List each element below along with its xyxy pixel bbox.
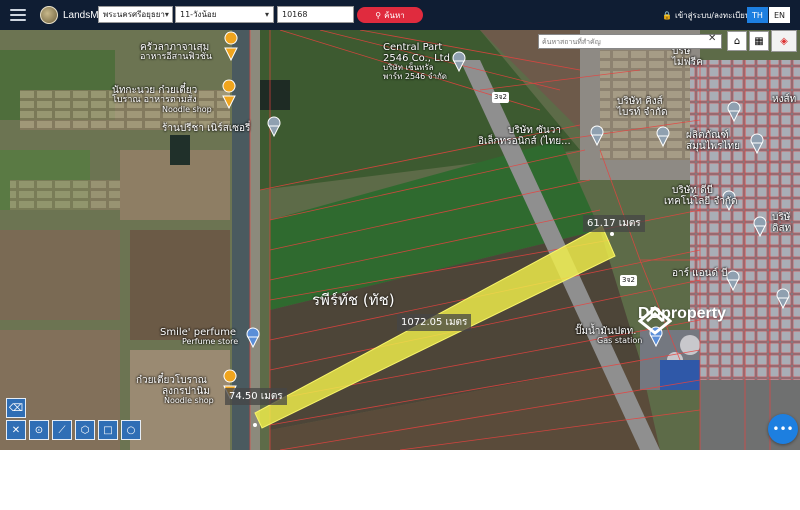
poi-subtitle: อิเล็กทรอนิกส์ (ไทย... <box>478 136 571 147</box>
poi-restaurant-1[interactable]: ครัวลาภาจาเสฺม อาหารอีสานฟิวชั่น <box>140 42 212 63</box>
poi-category: Noodle shop <box>162 104 212 114</box>
home-icon[interactable]: ⌂ <box>727 31 747 51</box>
landsmaps-logo[interactable] <box>40 6 58 24</box>
lang-en-button[interactable]: EN <box>769 7 790 23</box>
poi-db-technology[interactable]: บริษัท ดีบี เทคโนโลยี จำกัด <box>664 185 737 207</box>
poi-subtitle: Perfume store <box>182 337 239 346</box>
poi-subtitle: ไบรท์ จำกัด <box>617 107 668 118</box>
poi-title: ก๋วยเตี๋ยวโบราณ <box>136 375 207 386</box>
road-number-sign: 3จ2 <box>492 92 510 103</box>
parcel-name-label: รพีร์ทัช (ทัช) <box>312 291 395 309</box>
poi-nursery[interactable]: ร้านปรีชา เนิร์สเซอรี่ <box>162 123 250 134</box>
district-select[interactable]: 11-วังน้อย ▾ <box>175 6 274 23</box>
grid-layout-icon[interactable]: ▦ <box>749 31 769 51</box>
close-icon[interactable]: ✕ <box>708 33 716 44</box>
parcel-number-input[interactable]: 10168 <box>277 6 354 23</box>
layers-icon[interactable]: ◈ <box>771 30 797 52</box>
poi-title: บริษัท คิงส์ <box>617 96 663 107</box>
chevron-down-icon: ▾ <box>264 10 269 19</box>
poi-title: บริษัท ซันวา <box>508 125 561 136</box>
poi-title: ร้านปรีชา เนิร์สเซอรี่ <box>162 123 251 134</box>
poi-edge-label[interactable]: หงส์ท <box>772 94 796 105</box>
lang-th-button[interactable]: TH <box>747 7 768 23</box>
marker-pin-icon[interactable]: ⊙ <box>29 420 49 440</box>
circle-icon[interactable]: ○ <box>121 420 141 440</box>
poi-category-2: พาร์ท 2546 จำกัด <box>383 71 447 81</box>
rectangle-icon[interactable]: □ <box>98 420 118 440</box>
poi-subtitle: Gas station <box>597 336 643 345</box>
search-button[interactable]: ⚲ ค้นหา <box>357 7 423 23</box>
polyline-icon[interactable]: ⟋ <box>52 420 72 440</box>
poi-title: ผลิตภัณฑ์ <box>686 130 729 141</box>
poi-company-edge[interactable]: บริษั ดิสท <box>772 212 791 234</box>
more-options-button[interactable]: ••• <box>768 414 798 444</box>
login-link[interactable]: 🔒 เข้าสู่ระบบ/ลงทะเบียน <box>662 9 750 22</box>
lock-icon: 🔒 <box>662 11 672 20</box>
poi-category: Noodle shop <box>164 396 214 405</box>
poi-ptt-gas-station[interactable]: ปั๊มน้ำมันปตท. Gas station <box>575 326 642 346</box>
poi-title: บริษั <box>772 212 791 223</box>
map-place-search-input[interactable]: ค้นหาสถานที่สำคัญ <box>538 34 722 49</box>
chevron-down-icon: ▾ <box>164 10 169 19</box>
poi-r-and-b[interactable]: อาร์ แอนด์ บี <box>672 268 727 279</box>
login-label: เข้าสู่ระบบ/ลงทะเบียน <box>674 11 751 20</box>
poi-subtitle: เทคโนโลยี จำกัด <box>664 196 738 207</box>
poi-noodle-shop-2[interactable]: ก๋วยเตี๋ยวโบราณ ลุงกรปานิม Noodle shop <box>136 375 214 406</box>
poi-title: อาร์ แอนด์ บี <box>672 268 728 279</box>
measure-length: 1072.05 เมตร <box>397 314 472 331</box>
poi-thai-herbal[interactable]: ผลิตภัณฑ์ สมุนไพรไทย <box>686 130 740 152</box>
polygon-icon[interactable]: ⬡ <box>75 420 95 440</box>
tools-icon[interactable]: ✕ <box>6 420 26 440</box>
district-select-value: 11-วังน้อย <box>180 10 217 19</box>
province-select-value: พระนครศรีอยุธยา <box>103 10 165 19</box>
ddproperty-logo-icon <box>638 306 672 335</box>
poi-company-top-right[interactable]: บริษั ไม่ฟรีค <box>672 46 703 68</box>
measure-width-top: 61.17 เมตร <box>583 215 645 232</box>
poi-title: Central Part <box>383 42 443 53</box>
poi-title: หงส์ท <box>772 94 797 105</box>
poi-sanwa-electronics[interactable]: บริษัท ซันวา อิเล็กทรอนิกส์ (ไทย... <box>478 125 571 147</box>
search-icon: ⚲ <box>375 10 382 20</box>
poi-subtitle: สมุนไพรไทย <box>686 141 741 152</box>
hamburger-menu-icon[interactable] <box>10 9 26 21</box>
poi-subtitle: ไม่ฟรีค <box>672 57 703 68</box>
province-select[interactable]: พระนครศรีอยุธยา ▾ <box>98 6 173 23</box>
poi-central-part[interactable]: Central Part 2546 Co., Ltd บริษัท เซ็นทรัล… <box>383 42 450 82</box>
poi-subtitle: อาหารอีสานฟิวชั่น <box>140 52 213 62</box>
measure-width-bottom: 74.50 เมตร <box>225 388 287 405</box>
search-button-label: ค้นหา <box>384 10 405 20</box>
poi-noodle-shop-1[interactable]: นัทกะนวย ก๋วยเตี๋ยว โบราณ อาหารตามสั่ง Noo… <box>112 85 212 115</box>
poi-smile-perfume[interactable]: Smile' perfume Perfume store <box>160 327 238 347</box>
ddproperty-watermark: DDproperty <box>638 305 726 335</box>
road-number-sign: 3จ2 <box>620 275 638 286</box>
map-view[interactable]: ครัวลาภาจาเสฺม อาหารอีสานฟิวชั่น นัทกะนวย… <box>0 30 800 450</box>
poi-title: บริษัท ดีบี <box>672 185 713 196</box>
eraser-icon[interactable]: ⌫ <box>6 398 26 418</box>
poi-kings-bright[interactable]: บริษัท คิงส์ ไบรท์ จำกัด <box>617 96 668 118</box>
poi-subtitle: ดิสท <box>772 223 792 234</box>
